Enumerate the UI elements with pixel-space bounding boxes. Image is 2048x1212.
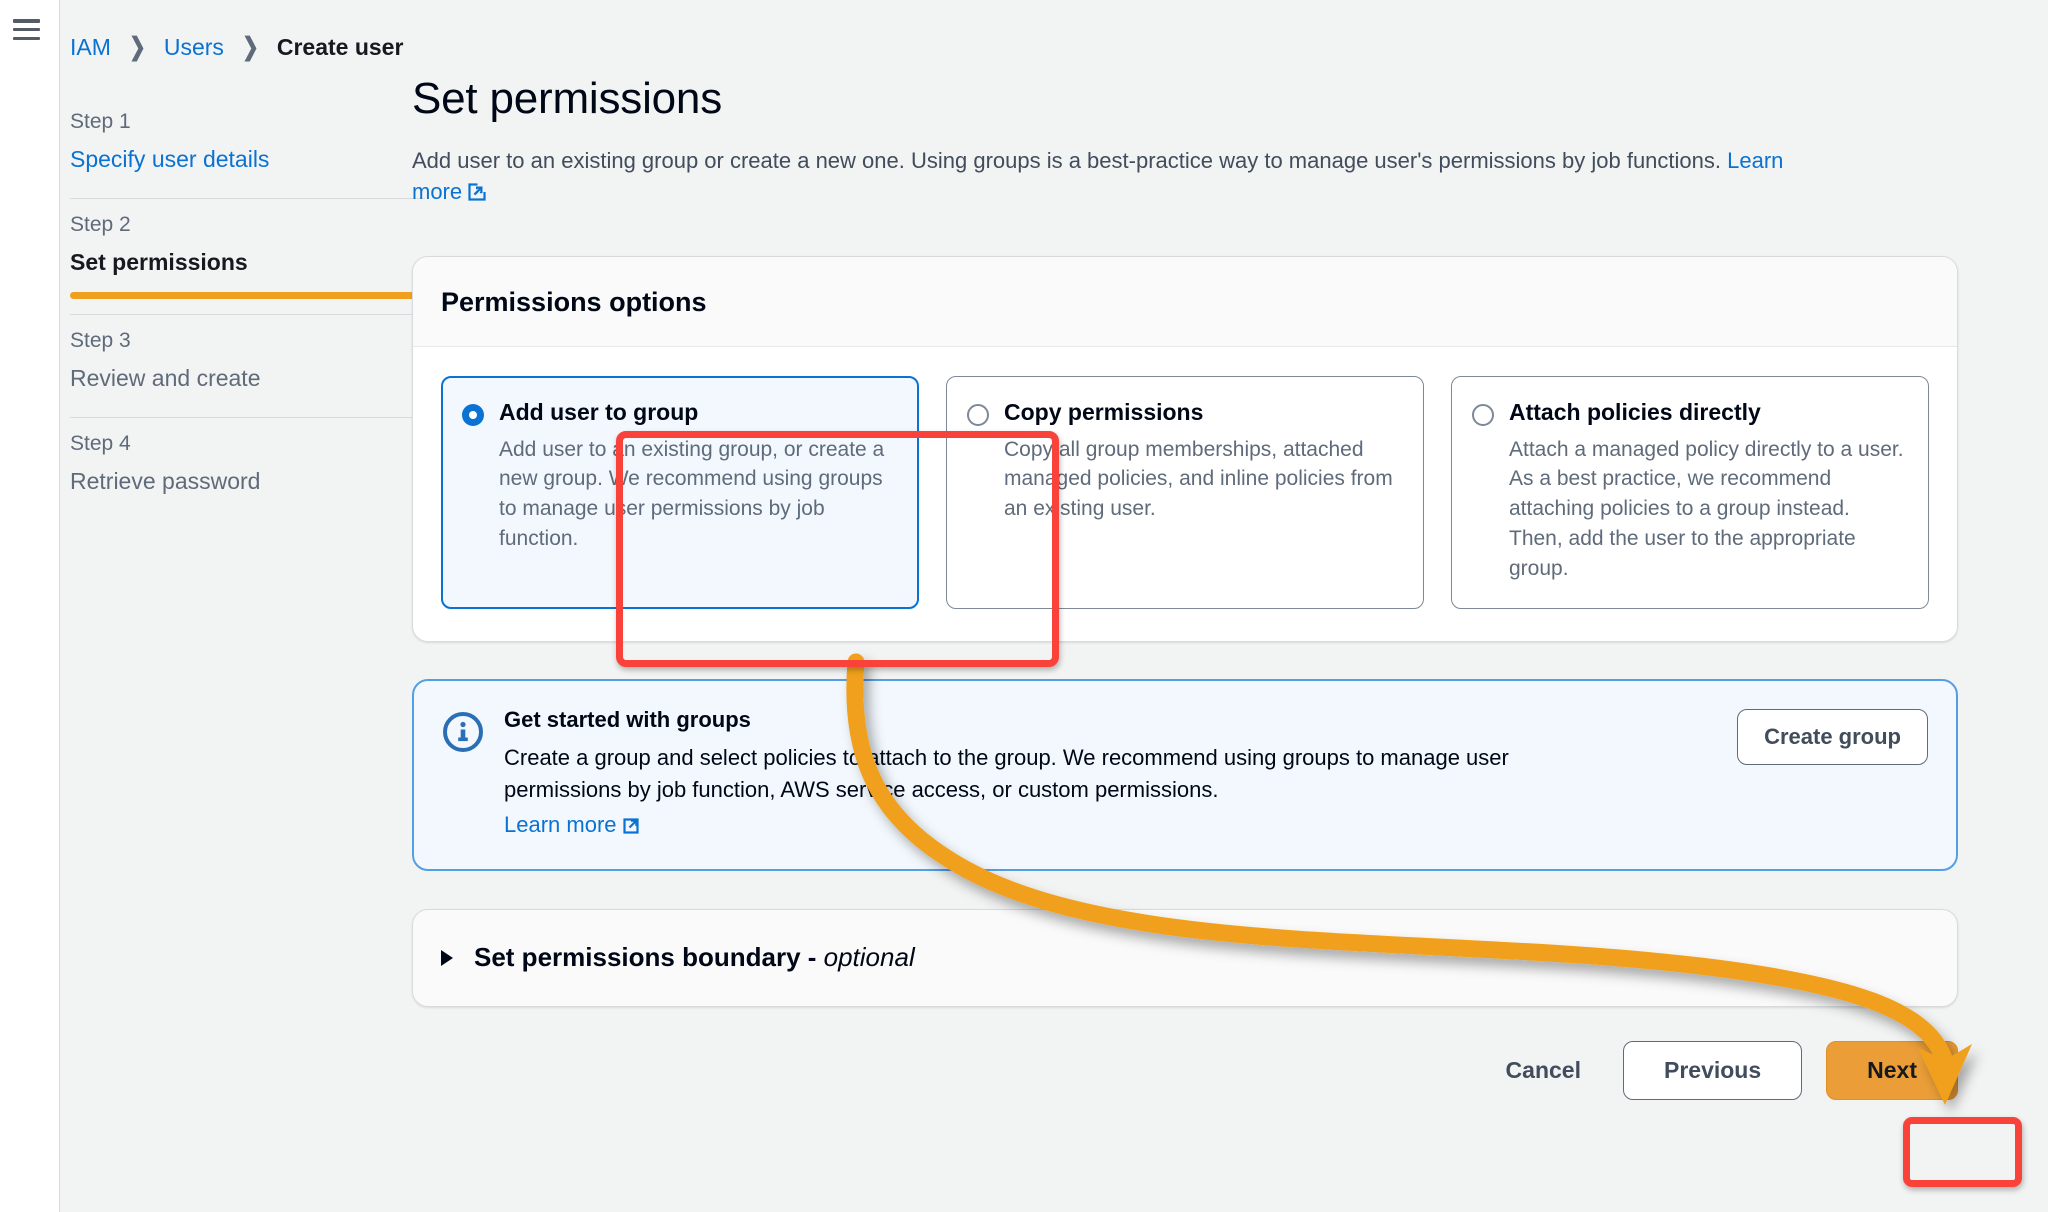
next-button[interactable]: Next xyxy=(1826,1041,1958,1101)
breadcrumb-separator-icon: ❯ xyxy=(128,33,146,61)
breadcrumb-item-users[interactable]: Users xyxy=(164,34,224,61)
step-2-label: Set permissions xyxy=(70,248,248,275)
option-title: Copy permissions xyxy=(1004,399,1204,426)
radio-add-user-to-group[interactable] xyxy=(462,404,484,427)
expander-optional-suffix: optional xyxy=(823,942,915,973)
previous-button[interactable]: Previous xyxy=(1622,1041,1803,1101)
step-2-number: Step 2 xyxy=(70,213,131,237)
sidebar-step-4[interactable]: Step 4 Retrieve password xyxy=(70,418,425,498)
radio-copy-permissions[interactable] xyxy=(967,404,989,427)
step-1-label[interactable]: Specify user details xyxy=(70,142,425,177)
option-description: Copy all group memberships, attached man… xyxy=(1004,437,1393,521)
option-title: Attach policies directly xyxy=(1509,399,1761,426)
alert-learn-more-link[interactable]: Learn more xyxy=(504,812,617,837)
page-title: Set permissions xyxy=(412,74,723,123)
permissions-options-heading: Permissions options xyxy=(441,287,707,318)
screen-root: IAM ❯ Users ❯ Create user Step 1 Specify… xyxy=(0,0,2048,1212)
page-description: Add user to an existing group or create … xyxy=(412,145,1812,210)
permission-option-tiles: Add user to group Add user to an existin… xyxy=(441,376,1929,609)
step-1-number: Step 1 xyxy=(70,110,131,133)
option-description: Add user to an existing group, or create… xyxy=(499,437,885,551)
step-4-number: Step 4 xyxy=(70,432,131,456)
add-user-to-group-option[interactable]: Add user to group Add user to an existin… xyxy=(441,376,919,609)
expander-title: Set permissions boundary - optional xyxy=(474,942,915,973)
cancel-button[interactable]: Cancel xyxy=(1496,1043,1591,1098)
alert-title: Get started with groups xyxy=(504,706,751,732)
permissions-options-body: Add user to group Add user to an existin… xyxy=(413,347,1957,641)
wizard-step-navigation: Step 1 Specify user details Step 2 Set p… xyxy=(70,96,425,498)
set-permissions-boundary-expander[interactable]: Set permissions boundary - optional xyxy=(412,909,1958,1008)
breadcrumb-separator-icon: ❯ xyxy=(242,33,259,61)
external-link-icon xyxy=(467,179,487,210)
expander-title-text: Set permissions boundary - xyxy=(474,942,824,973)
breadcrumb-item-iam[interactable]: IAM xyxy=(70,34,111,61)
caret-right-icon[interactable] xyxy=(441,949,453,966)
sidebar-step-2[interactable]: Step 2 Set permissions xyxy=(70,199,425,300)
attach-policies-directly-option[interactable]: Attach policies directly Attach a manage… xyxy=(1451,376,1929,609)
hamburger-icon[interactable] xyxy=(13,19,40,40)
breadcrumb: IAM ❯ Users ❯ Create user xyxy=(70,34,403,61)
page-description-text: Add user to an existing group or create … xyxy=(412,148,1721,173)
main-content: Set permissions Add user to an existing … xyxy=(412,74,1958,1130)
radio-attach-policies-directly[interactable] xyxy=(1472,404,1494,427)
get-started-with-groups-alert: Get started with groups Create a group a… xyxy=(412,678,1958,872)
sidebar-step-1[interactable]: Step 1 Specify user details xyxy=(70,96,425,176)
step-2-active-indicator xyxy=(70,292,425,300)
create-group-button[interactable]: Create group xyxy=(1737,708,1928,765)
step-3-number: Step 3 xyxy=(70,329,131,353)
option-title: Add user to group xyxy=(499,399,699,426)
step-4-label: Retrieve password xyxy=(70,467,261,494)
sidebar-step-3[interactable]: Step 3 Review and create xyxy=(70,315,425,395)
external-link-icon xyxy=(622,815,642,841)
permissions-options-card: Permissions options Add user to group Ad… xyxy=(412,256,1958,642)
wizard-footer-actions: Cancel Previous Next xyxy=(412,1041,1958,1130)
step-3-label: Review and create xyxy=(70,364,261,391)
permissions-options-header: Permissions options xyxy=(413,257,1957,348)
alert-learn-more-row: Learn more xyxy=(504,812,642,841)
left-rail xyxy=(0,0,60,1212)
copy-permissions-option[interactable]: Copy permissions Copy all group membersh… xyxy=(946,376,1424,609)
breadcrumb-item-create-user: Create user xyxy=(276,34,404,60)
alert-text: Create a group and select policies to at… xyxy=(504,744,1509,802)
info-circle-icon xyxy=(442,711,484,758)
option-description: Attach a managed policy directly to a us… xyxy=(1509,437,1904,580)
